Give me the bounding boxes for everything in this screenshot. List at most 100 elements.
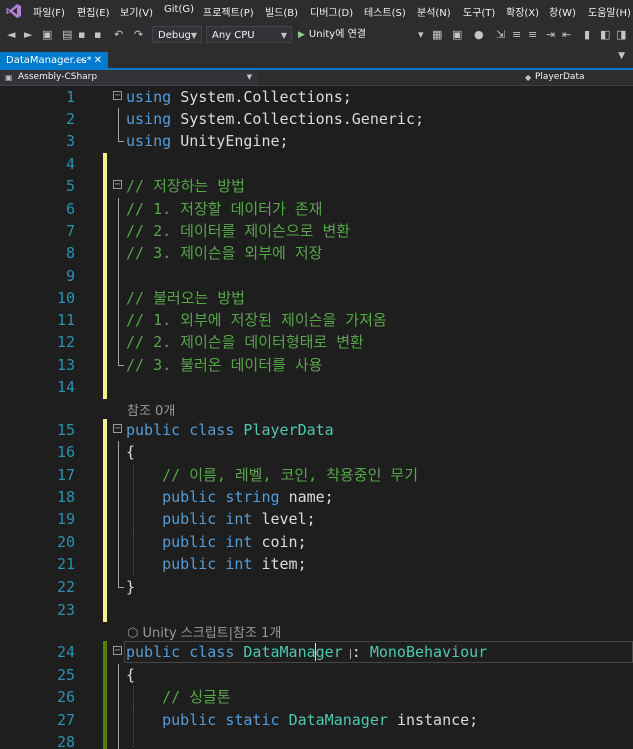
save-all-icon[interactable]: ▪ [94,28,101,42]
change-marker [103,175,107,198]
code-token: int [225,533,262,551]
code-line[interactable]: 4 [0,153,633,176]
code-token: System.Collections; [180,88,352,106]
change-marker [103,265,107,288]
menu-item[interactable]: 도움말(H) [588,4,631,19]
code-line[interactable]: 13 // 3. 불러온 데이터를 사용 [0,354,633,377]
member-name: PlayerData [535,72,585,82]
pin-icon[interactable]: ⊸ [76,52,84,70]
line-number: 24 [56,643,75,661]
code-line[interactable]: 26 // 싱글톤 [0,686,633,709]
menu-item[interactable]: 편집(E) [77,4,110,19]
code-line[interactable]: 27 public static DataManager instance; [0,709,633,732]
code-line[interactable]: 2 using System.Collections.Generic; [0,108,633,131]
menu-item[interactable]: 프로젝트(P) [203,4,254,19]
code-line[interactable]: 12 // 2. 제이슨을 데이터형태로 변환 [0,331,633,354]
comment-icon[interactable]: ≡ [512,28,521,42]
code-text: public class PlayerData [126,419,334,441]
redo-icon[interactable]: ↷ [134,28,143,42]
menu-item[interactable]: 도구(T) [463,4,495,19]
code-token: string [225,488,289,506]
new-project-icon[interactable]: ▣ [42,28,52,42]
line-number: 25 [56,666,75,684]
code-line[interactable]: 1 − using System.Collections; [0,86,633,108]
chevron-down-icon[interactable]: ▼ [618,51,625,61]
outline-guide [118,108,119,131]
hot-reload-icon[interactable]: ▦ [432,28,442,42]
collapse-icon[interactable]: − [113,646,122,656]
code-line[interactable]: 9 [0,265,633,288]
prev-bookmark-icon[interactable]: ◧ [600,28,610,42]
code-line[interactable]: 20 public int coin; [0,531,633,554]
code-line[interactable]: 8 // 3. 제이슨을 외부에 저장 [0,242,633,265]
outline-guide [118,220,119,243]
outline-guide [118,508,119,531]
menu-item[interactable]: 디버그(D) [310,4,353,19]
codelens-unity-references[interactable]: ⬡ Unity 스크립트|참조 1개 [127,622,281,641]
code-line[interactable]: 16 { [0,441,633,464]
menu-item[interactable]: 빌드(B) [265,4,298,19]
collapse-icon[interactable]: − [113,424,122,434]
code-line[interactable]: 19 public int level; [0,508,633,531]
collapse-icon[interactable]: − [113,180,122,190]
code-text: { [126,664,135,686]
dropdown-icon[interactable]: ▾ [418,28,424,42]
code-token: // 1. 저장할 데이터가 존재 [126,200,323,218]
code-line[interactable]: 5 −// 저장하는 방법 [0,175,633,198]
member-dropdown[interactable]: ◆ PlayerData [520,70,633,85]
menu-item[interactable]: 보기(V) [120,4,153,19]
change-marker [103,309,107,332]
code-line[interactable]: 3 using UnityEngine; [0,130,633,152]
menu-item[interactable]: 확장(X) [506,4,539,19]
project-dropdown[interactable]: ▣ Assembly-CSharp ▼ [0,70,258,85]
menu-item[interactable]: 분석(N) [417,4,451,19]
menu-item[interactable]: 테스트(S) [364,4,406,19]
visual-studio-logo-icon[interactable] [6,3,22,19]
code-line[interactable]: 25 { [0,664,633,687]
platform-select[interactable]: Any CPU ▼ [206,26,292,43]
configuration-select[interactable]: Debug ▼ [152,26,202,43]
next-bookmark-icon[interactable]: ◨ [616,28,626,42]
code-line[interactable]: 18 public string name; [0,486,633,509]
code-line[interactable]: 7 // 2. 데이터를 제이슨으로 변환 [0,220,633,243]
codelens-references[interactable]: 참조 0개 [127,400,175,419]
code-line[interactable]: 23 [0,599,633,622]
code-line[interactable]: 11 // 1. 외부에 저장된 제이슨을 가져옴 [0,309,633,332]
step-icon[interactable]: ⇲ [496,28,505,42]
back-icon[interactable]: ◄ [7,28,15,42]
code-line[interactable]: 22} [0,576,633,599]
code-line[interactable]: 6 // 1. 저장할 데이터가 존재 [0,198,633,221]
outdent-icon[interactable]: ⇤ [562,28,571,42]
undo-icon[interactable]: ↶ [114,28,123,42]
change-marker [103,287,107,310]
menu-item[interactable]: Git(G) [164,4,194,15]
code-line[interactable]: 15 − public class PlayerData [0,419,633,442]
breakpoint-icon[interactable]: ● [474,28,484,42]
code-line[interactable]: 10 // 불러오는 방법 [0,287,633,310]
code-line[interactable]: 21 public int item; [0,553,633,576]
forward-icon[interactable]: ► [24,28,32,42]
line-number: 26 [56,688,75,706]
tab-datamanager[interactable]: DataManager.cs* ⊸ ✕ [0,52,108,70]
bookmark-icon[interactable]: ▮ [584,28,590,42]
save-icon[interactable]: ▪ [78,28,85,42]
indent-icon[interactable]: ⇥ [546,28,555,42]
text-caret [315,643,316,661]
outline-guide [118,464,119,487]
code-line[interactable]: 14 [0,376,633,399]
code-editor[interactable]: 1− using System.Collections; 2 using System… [0,86,633,749]
open-file-icon[interactable]: ▤ [62,28,72,42]
code-line[interactable]: 28 [0,731,633,749]
menu-item[interactable]: 파일(F) [33,4,65,19]
attach-unity-button[interactable]: ▶ Unity에 연결 [298,26,366,43]
current-line-highlight [124,641,633,663]
code-line[interactable]: 17 // 이름, 레벨, 코인, 착용중인 무기 [0,464,633,487]
close-icon[interactable]: ✕ [94,52,102,70]
browse-icon[interactable]: ▣ [452,28,462,42]
collapse-icon[interactable]: − [113,91,122,101]
change-marker [103,508,107,531]
uncomment-icon[interactable]: ≡ [528,28,537,42]
menu-item[interactable]: 창(W) [549,4,576,19]
